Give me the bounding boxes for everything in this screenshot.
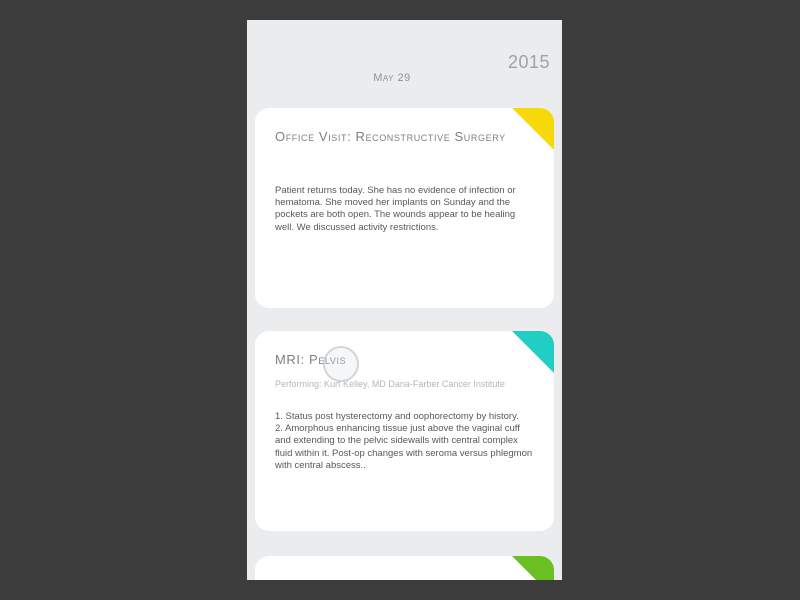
- card-body: 1. Status post hysterectomy and oophorec…: [275, 411, 533, 472]
- card-title: Office Visit: Reconstructive Surgery: [275, 129, 506, 144]
- category-corner-teal: [512, 331, 554, 373]
- next-card[interactable]: [255, 556, 554, 580]
- year-label: 2015: [507, 52, 550, 72]
- date-label: May 29: [373, 72, 411, 84]
- category-corner-green: [512, 556, 554, 580]
- list-item: 1. Status post hysterectomy and oophorec…: [275, 411, 519, 422]
- category-corner-yellow: [512, 108, 554, 150]
- timeline-screen[interactable]: 2015 May 29 Office Visit: Reconstructive…: [247, 20, 562, 580]
- touch-indicator-icon: [323, 346, 359, 382]
- card-subtitle: Performing: Kurt Kelley, MD Dana-Farber …: [275, 379, 505, 389]
- mri-card[interactable]: MRI: Pelvis Performing: Kurt Kelley, MD …: [255, 331, 554, 531]
- card-body: Patient returns today. She has no eviden…: [275, 185, 516, 233]
- office-visit-card[interactable]: Office Visit: Reconstructive Surgery Pat…: [255, 108, 554, 308]
- list-item: 2. Amorphous enhancing tissue just above…: [275, 423, 533, 471]
